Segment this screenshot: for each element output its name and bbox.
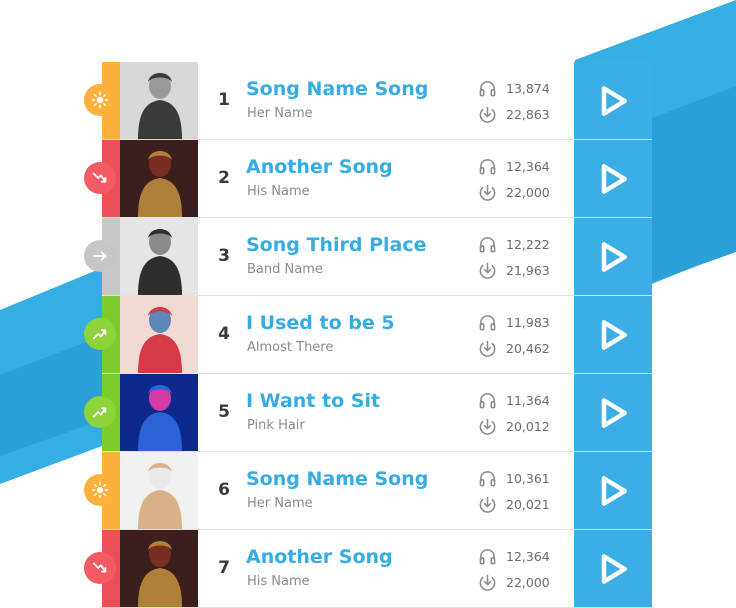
download-icon [478,495,497,514]
play-icon [595,83,631,119]
rank-number: 3 [218,246,230,266]
plays-count: 12,364 [506,158,550,174]
rank-number: 6 [218,480,230,500]
play-button[interactable] [574,530,652,607]
rank-number: 5 [218,402,230,422]
plays-stat: 10,361 [478,468,550,488]
play-button[interactable] [574,452,652,529]
download-icon [478,183,497,202]
headphones-icon [478,235,497,254]
plays-count: 12,222 [506,236,550,252]
headphones-icon [478,157,497,176]
album-cover [120,62,198,139]
song-row[interactable]: 5 I Want to Sit Pink Hair 11,364 20,012 [84,374,652,452]
play-button[interactable] [574,374,652,451]
play-button[interactable] [574,218,652,295]
plays-count: 11,983 [506,314,550,330]
song-title[interactable]: Another Song [246,546,393,568]
rank-number: 4 [218,324,230,344]
song-chart-list: 1 Song Name Song Her Name 13,874 22,863 2 Anot… [84,62,652,608]
artist-name[interactable]: Pink Hair [247,418,305,433]
song-row[interactable]: 1 Song Name Song Her Name 13,874 22,863 [84,62,652,140]
play-button[interactable] [574,62,652,139]
album-cover [120,452,198,529]
download-icon [478,573,497,592]
rank-number: 7 [218,558,230,578]
artist-name[interactable]: Band Name [247,262,323,277]
play-button[interactable] [574,296,652,373]
plays-count: 10,361 [506,470,550,486]
song-title[interactable]: Song Name Song [246,468,428,490]
album-cover [120,140,198,217]
album-cover [120,530,198,607]
download-icon [478,105,497,124]
plays-stat: 12,364 [478,546,550,566]
song-row[interactable]: 4 I Used to be 5 Almost There 11,983 20,462 [84,296,652,374]
downloads-stat: 20,012 [478,416,550,436]
arrow-right-icon [84,240,116,272]
plays-count: 11,364 [506,392,550,408]
album-cover [120,296,198,373]
play-icon [595,551,631,587]
downloads-stat: 22,000 [478,182,550,202]
headphones-icon [478,391,497,410]
play-button[interactable] [574,140,652,217]
plays-stat: 12,364 [478,156,550,176]
song-row[interactable]: 6 Song Name Song Her Name 10,361 20,021 [84,452,652,530]
download-icon [478,339,497,358]
headphones-icon [478,547,497,566]
song-title[interactable]: Song Name Song [246,78,428,100]
song-title[interactable]: Another Song [246,156,393,178]
downloads-stat: 21,963 [478,260,550,280]
headphones-icon [478,313,497,332]
trend-down-icon [84,162,116,194]
plays-stat: 11,983 [478,312,550,332]
play-icon [595,473,631,509]
song-title[interactable]: I Want to Sit [246,390,380,412]
downloads-count: 22,863 [506,106,550,122]
downloads-count: 20,021 [506,496,550,512]
play-icon [595,317,631,353]
song-row[interactable]: 2 Another Song His Name 12,364 22,000 [84,140,652,218]
downloads-count: 22,000 [506,574,550,590]
play-icon [595,161,631,197]
plays-stat: 11,364 [478,390,550,410]
trend-up-icon [84,396,116,428]
rank-number: 1 [218,90,230,110]
trend-down-icon [84,552,116,584]
artist-name[interactable]: Almost There [247,340,333,355]
downloads-stat: 22,863 [478,104,550,124]
downloads-stat: 20,462 [478,338,550,358]
play-icon [595,239,631,275]
download-icon [478,417,497,436]
downloads-stat: 22,000 [478,572,550,592]
plays-count: 12,364 [506,548,550,564]
headphones-icon [478,469,497,488]
artist-name[interactable]: His Name [247,184,310,199]
plays-count: 13,874 [506,80,550,96]
artist-name[interactable]: Her Name [247,496,313,511]
downloads-count: 22,000 [506,184,550,200]
song-title[interactable]: I Used to be 5 [246,312,395,334]
download-icon [478,261,497,280]
trend-up-icon [84,318,116,350]
song-row[interactable]: 3 Song Third Place Band Name 12,222 21,963 [84,218,652,296]
downloads-count: 20,012 [506,418,550,434]
play-icon [595,395,631,431]
sun-icon [84,474,116,506]
artist-name[interactable]: Her Name [247,106,313,121]
album-cover [120,218,198,295]
headphones-icon [478,79,497,98]
artist-name[interactable]: His Name [247,574,310,589]
album-cover [120,374,198,451]
song-title[interactable]: Song Third Place [246,234,426,256]
plays-stat: 13,874 [478,78,550,98]
song-row[interactable]: 7 Another Song His Name 12,364 22,000 [84,530,652,608]
sun-icon [84,84,116,116]
rank-number: 2 [218,168,230,188]
downloads-count: 20,462 [506,340,550,356]
downloads-count: 21,963 [506,262,550,278]
plays-stat: 12,222 [478,234,550,254]
downloads-stat: 20,021 [478,494,550,514]
